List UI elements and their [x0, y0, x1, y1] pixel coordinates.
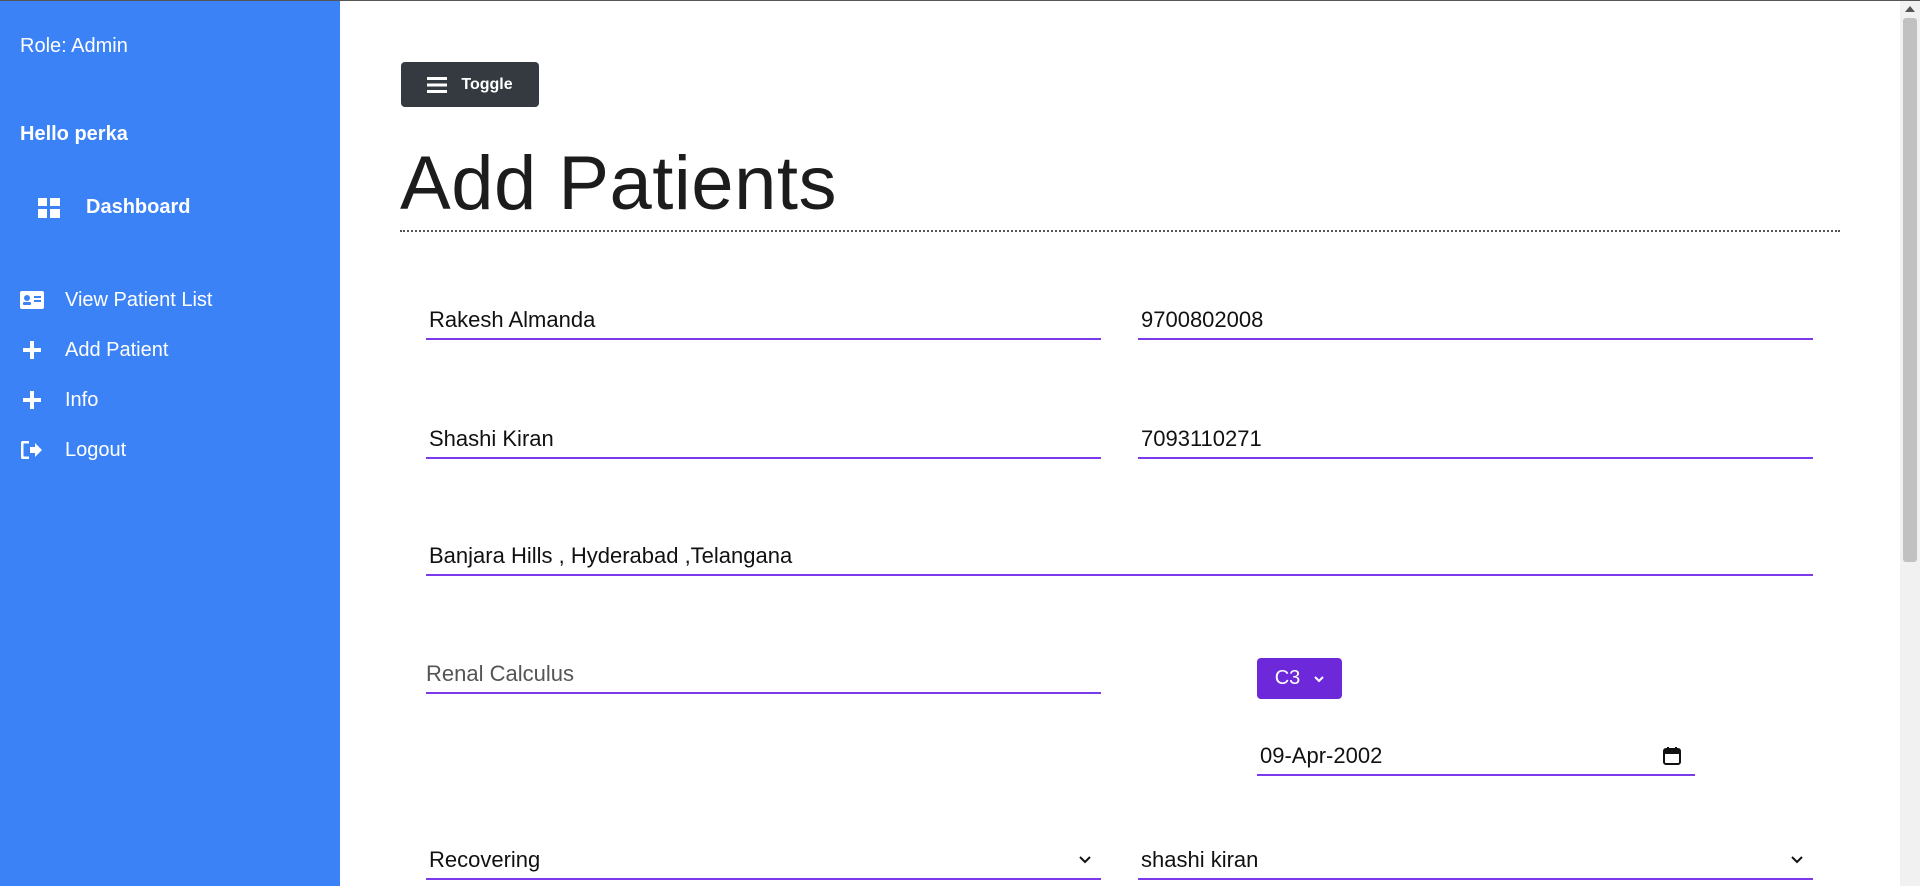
role-label: Role: Admin — [20, 35, 128, 57]
chevron-down-icon — [1079, 856, 1091, 864]
date-value: 09-Apr-2002 — [1260, 743, 1383, 768]
top-border — [0, 0, 1920, 1]
plus-icon — [20, 389, 44, 411]
status-select[interactable]: Recovering — [426, 842, 1101, 880]
sidebar-item-label: Logout — [65, 438, 127, 461]
guardian-phone-field[interactable]: 7093110271 — [1138, 421, 1813, 459]
plus-icon — [20, 339, 44, 361]
scrollbar-thumb[interactable] — [1903, 18, 1917, 562]
status-value: Recovering — [429, 847, 541, 872]
patient-phone-field[interactable]: 9700802008 — [1138, 302, 1813, 340]
page-title: Add Patients — [400, 141, 837, 226]
logout-icon — [20, 439, 44, 461]
date-field[interactable]: 09-Apr-2002 — [1257, 738, 1695, 776]
sidebar-item-dashboard[interactable]: Dashboard — [38, 196, 190, 219]
dashboard-icon — [38, 197, 60, 218]
sidebar-item-info[interactable]: Info — [20, 375, 213, 425]
disease-field[interactable]: Renal Calculus — [426, 656, 1101, 694]
sidebar-nav: View Patient List Add Patient Info Logou… — [20, 275, 213, 475]
calendar-icon[interactable] — [1662, 746, 1682, 766]
category-value: C3 — [1274, 667, 1301, 689]
sidebar-item-label: View Patient List — [65, 288, 213, 311]
toggle-button[interactable]: Toggle — [401, 62, 539, 107]
main-content: Toggle Add Patients Rakesh Almanda 97008… — [340, 0, 1900, 886]
sidebar-item-label: Add Patient — [65, 338, 169, 361]
sidebar-item-label: Dashboard — [86, 196, 191, 218]
guardian-name-field[interactable]: Shashi Kiran — [426, 421, 1101, 459]
scrollbar[interactable] — [1900, 0, 1920, 886]
doctor-select[interactable]: shashi kiran — [1138, 842, 1813, 880]
hamburger-icon — [427, 76, 448, 93]
sidebar-item-add-patient[interactable]: Add Patient — [20, 325, 213, 375]
address-field[interactable]: Banjara Hills , Hyderabad ,Telangana — [426, 538, 1813, 576]
sidebar-item-label: Info — [65, 388, 99, 411]
toggle-label: Toggle — [461, 75, 513, 93]
scroll-up-arrow[interactable] — [1905, 6, 1915, 12]
chevron-down-icon — [1314, 675, 1324, 682]
sidebar: Role: Admin Hello perka Dashboard View P… — [0, 0, 340, 886]
title-divider — [400, 230, 1840, 232]
sidebar-item-view-patient-list[interactable]: View Patient List — [20, 275, 213, 325]
category-select[interactable]: C3 — [1257, 658, 1342, 699]
doctor-value: shashi kiran — [1141, 847, 1259, 872]
patient-name-field[interactable]: Rakesh Almanda — [426, 302, 1101, 340]
sidebar-item-logout[interactable]: Logout — [20, 425, 213, 475]
greeting: Hello perka — [20, 123, 128, 145]
id-card-icon — [20, 289, 44, 311]
chevron-down-icon — [1791, 856, 1803, 864]
